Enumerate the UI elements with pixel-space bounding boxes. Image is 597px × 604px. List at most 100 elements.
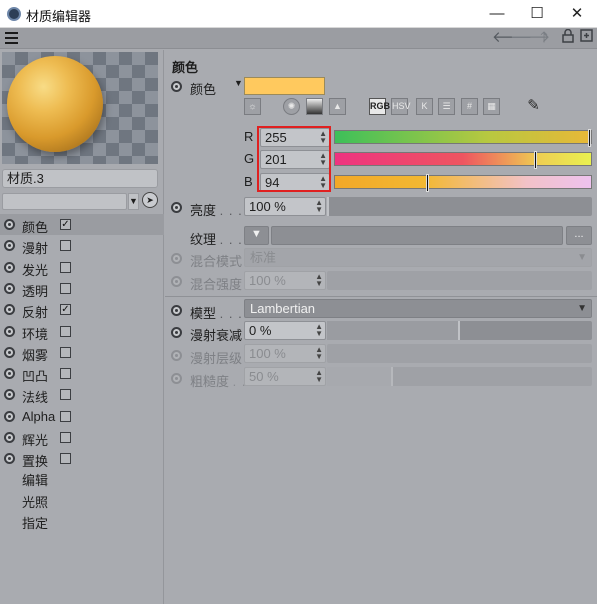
forward-arrow-icon[interactable]: 🡒 xyxy=(510,29,550,47)
channel-label: 漫射 xyxy=(22,241,49,257)
chevron-down-icon[interactable]: ▼ xyxy=(128,193,139,210)
channel-checkbox[interactable] xyxy=(60,410,71,422)
channel-item[interactable]: 烟雾 xyxy=(0,342,164,363)
channel-item[interactable]: 法线 xyxy=(0,384,164,405)
channel-anim-radio[interactable] xyxy=(4,389,15,401)
channel-checkbox[interactable] xyxy=(60,282,71,294)
highlight-box xyxy=(257,126,331,192)
spectrum-icon[interactable]: ✺ xyxy=(283,98,300,115)
channel-item[interactable]: 置换 xyxy=(0,448,164,469)
diffuse-falloff-field[interactable]: 0 % ▲ ▼ xyxy=(244,321,326,340)
menu-icon[interactable] xyxy=(5,32,18,44)
slider-knob[interactable] xyxy=(533,151,537,169)
channel-item[interactable]: 颜色 ✓ xyxy=(0,214,164,235)
close-button[interactable]: ✕ xyxy=(557,0,597,28)
image-icon[interactable]: ▲ xyxy=(329,98,346,115)
eyedropper-icon[interactable]: ✎ xyxy=(525,98,542,115)
hex-mode-button[interactable]: # xyxy=(461,98,478,115)
channel-checkbox[interactable] xyxy=(60,261,71,273)
palette-icon[interactable]: ▦ xyxy=(483,98,500,115)
channel-g-label: G xyxy=(244,151,255,166)
diffuse-falloff-slider[interactable] xyxy=(327,321,592,340)
blend-mode-dropdown[interactable]: 标准 ▼ xyxy=(244,248,592,267)
new-window-icon[interactable] xyxy=(579,29,593,47)
channel-anim-radio[interactable] xyxy=(4,240,15,252)
channel-r-slider[interactable] xyxy=(334,129,592,147)
channel-label: 置换 xyxy=(22,454,49,470)
channel-checkbox[interactable] xyxy=(60,389,71,401)
roughness-field[interactable]: 50 % ▲ ▼ xyxy=(244,367,326,386)
diffuse-level-field[interactable]: 100 % ▲ ▼ xyxy=(244,344,326,363)
channel-anim-radio[interactable] xyxy=(4,261,15,273)
channel-anim-radio[interactable] xyxy=(4,304,15,316)
channel-item[interactable]: Alpha xyxy=(0,406,164,427)
color-anim-radio[interactable] xyxy=(171,81,182,92)
channel-checkbox[interactable]: ✓ xyxy=(60,219,71,230)
hsv-mode-button[interactable]: HSV xyxy=(391,98,411,115)
texture-browse-button[interactable]: ... xyxy=(566,226,592,245)
channel-anim-radio[interactable] xyxy=(4,453,15,465)
brightness-field[interactable]: 100 % ▲ ▼ xyxy=(244,197,326,216)
blend-strength-slider[interactable] xyxy=(327,271,592,290)
channel-anim-radio[interactable] xyxy=(4,432,15,443)
extra-item[interactable]: 编辑 xyxy=(22,470,48,489)
roughness-anim-radio[interactable] xyxy=(171,373,182,384)
material-name-field[interactable]: 材质.3 xyxy=(2,169,158,188)
maximize-button[interactable]: ☐ xyxy=(517,0,557,28)
channel-g-slider[interactable] xyxy=(334,151,592,169)
chevron-down-icon[interactable]: ▼ xyxy=(234,78,243,88)
channel-anim-radio[interactable] xyxy=(4,368,15,380)
material-preview[interactable] xyxy=(2,52,158,164)
up-arrow-icon[interactable]: 🡑 xyxy=(536,29,552,47)
diffuse-level-slider[interactable] xyxy=(327,344,592,363)
roughness-slider[interactable] xyxy=(327,367,592,386)
channel-item[interactable]: 辉光 xyxy=(0,427,164,448)
channel-item[interactable]: 环境 xyxy=(0,321,164,342)
diffuse-falloff-anim-radio[interactable] xyxy=(171,327,182,338)
blend-mode-anim-radio[interactable] xyxy=(171,253,182,264)
slider-knob[interactable] xyxy=(588,129,591,147)
color-swatch[interactable] xyxy=(244,77,325,95)
slider-knob[interactable] xyxy=(426,174,430,192)
channel-checkbox[interactable] xyxy=(60,325,71,337)
channel-item[interactable]: 凹凸 xyxy=(0,363,164,384)
channel-item[interactable]: 发光 xyxy=(0,257,164,278)
channel-anim-radio[interactable] xyxy=(4,410,15,422)
channel-anim-radio[interactable] xyxy=(4,325,15,337)
extra-item[interactable]: 光照 xyxy=(22,492,48,511)
channel-item[interactable]: 反射 ✓ xyxy=(0,299,164,320)
channel-checkbox[interactable] xyxy=(60,368,71,380)
model-dropdown[interactable]: Lambertian ▼ xyxy=(244,299,592,318)
minimize-button[interactable]: — xyxy=(477,0,517,28)
channel-checkbox[interactable] xyxy=(60,346,71,358)
extra-item[interactable]: 指定 xyxy=(22,513,48,532)
lock-icon[interactable] xyxy=(561,28,575,47)
mixer-icon[interactable]: ☰ xyxy=(438,98,455,115)
channel-checkbox[interactable] xyxy=(60,240,71,252)
channel-checkbox[interactable] xyxy=(60,453,71,465)
model-anim-radio[interactable] xyxy=(171,305,182,316)
back-arrow-icon[interactable]: 🡐 xyxy=(492,29,532,47)
rgb-mode-button[interactable]: RGB xyxy=(369,98,390,115)
channel-item[interactable]: 透明 xyxy=(0,278,164,299)
channel-b-slider[interactable] xyxy=(334,174,592,192)
color-wheel-icon[interactable]: ☼ xyxy=(244,98,261,115)
pick-arrow-icon[interactable]: ➤ xyxy=(142,192,158,208)
brightness-slider[interactable] xyxy=(327,197,592,216)
channel-checkbox[interactable] xyxy=(60,432,71,443)
diffuse-level-anim-radio[interactable] xyxy=(171,350,182,361)
channel-checkbox[interactable]: ✓ xyxy=(60,304,71,316)
channel-anim-radio[interactable] xyxy=(4,282,15,294)
channel-anim-radio[interactable] xyxy=(4,219,15,230)
texture-field[interactable] xyxy=(271,226,563,245)
channel-item[interactable]: 漫射 xyxy=(0,235,164,256)
gradient-icon[interactable] xyxy=(306,98,323,115)
preview-mode-dropdown[interactable] xyxy=(2,193,127,210)
channel-label: 发光 xyxy=(22,262,49,278)
blend-strength-field[interactable]: 100 % ▲ ▼ xyxy=(244,271,326,290)
channel-anim-radio[interactable] xyxy=(4,346,15,358)
texture-dropdown-button[interactable]: ▼ xyxy=(244,226,269,245)
blend-strength-anim-radio[interactable] xyxy=(171,276,182,287)
brightness-anim-radio[interactable] xyxy=(171,202,182,213)
kelvin-mode-button[interactable]: K xyxy=(416,98,433,115)
